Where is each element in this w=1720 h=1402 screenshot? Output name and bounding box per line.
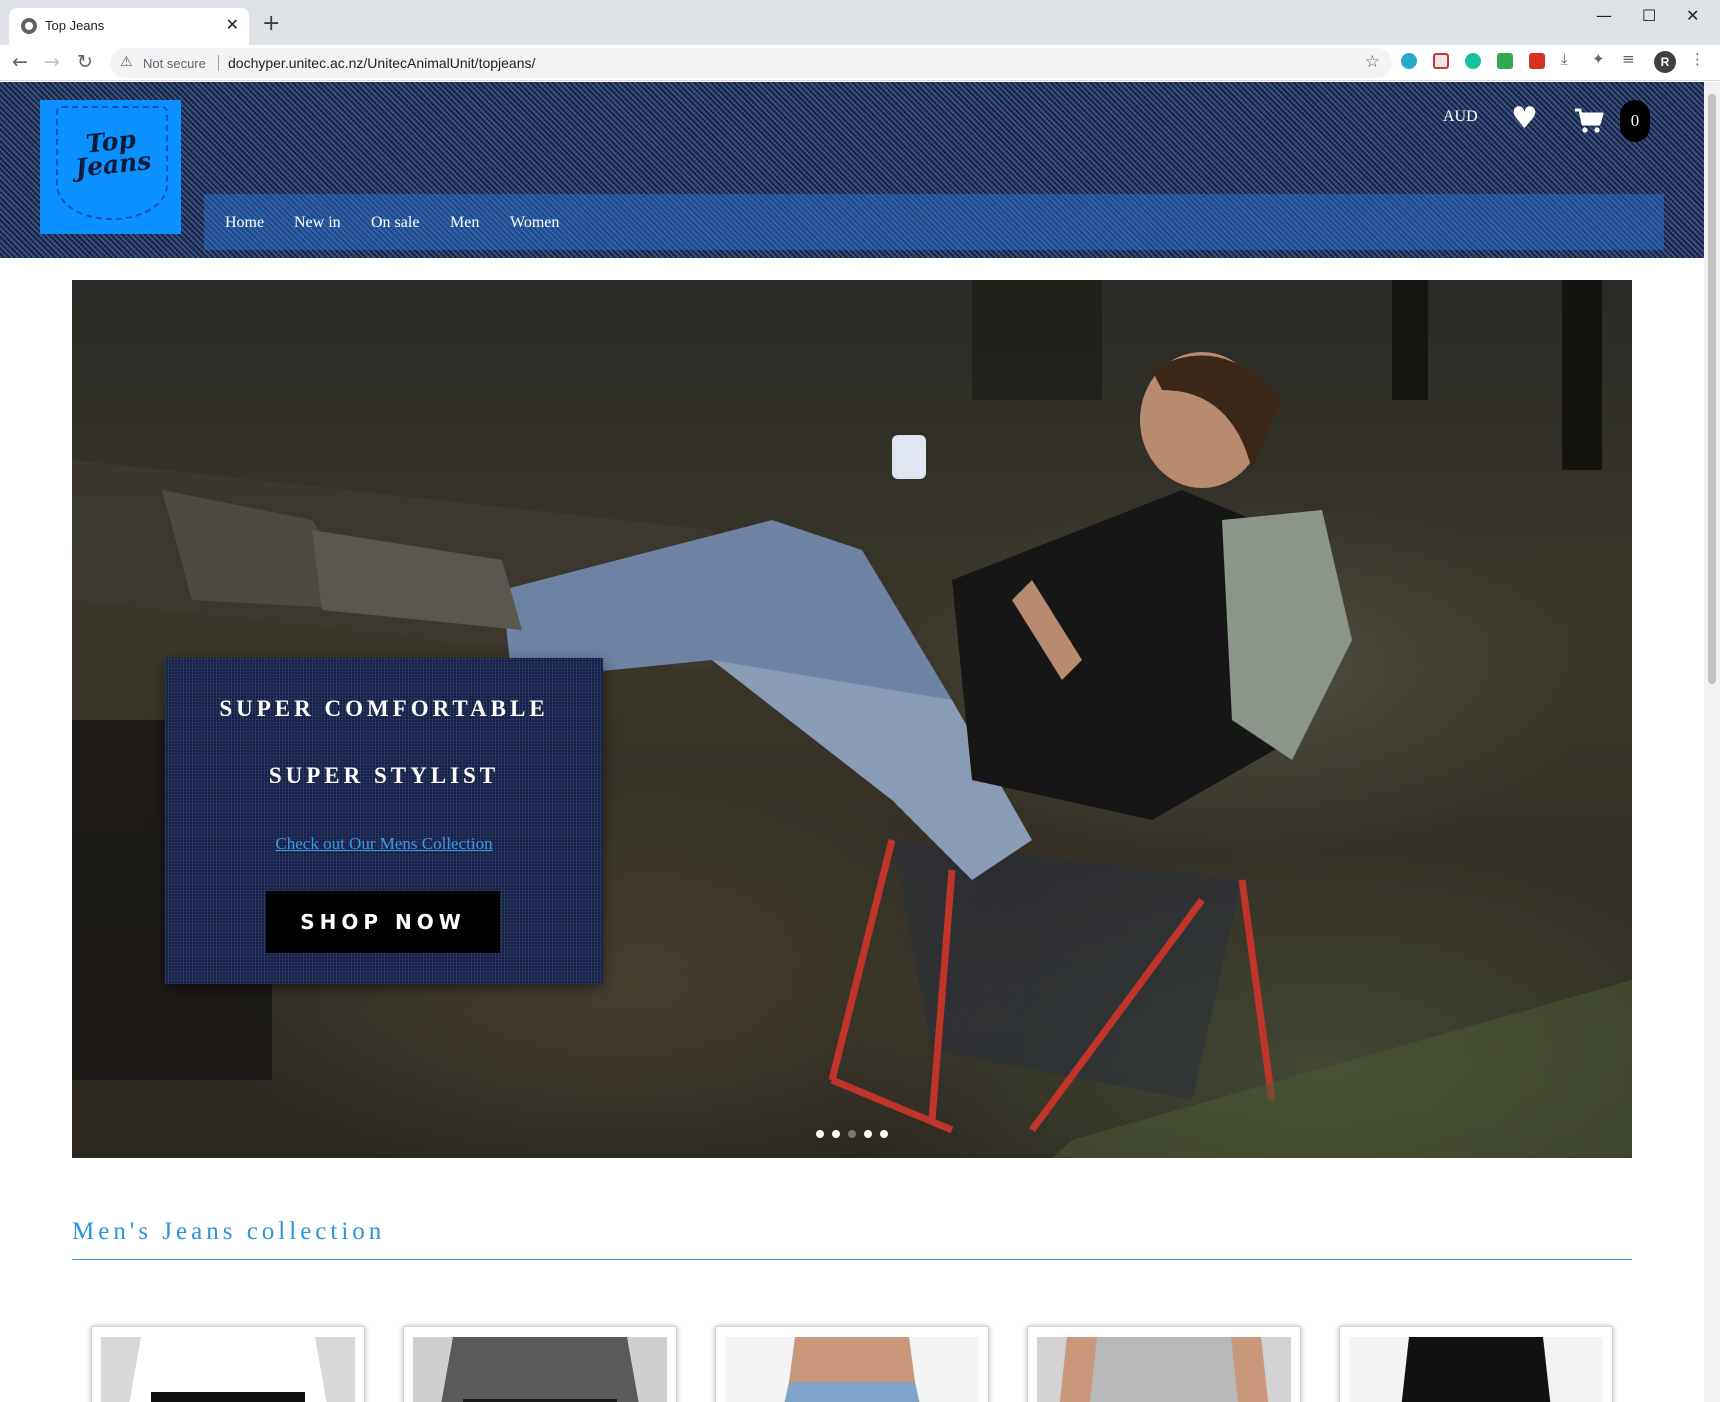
media-icon[interactable]: ≡	[1622, 50, 1635, 68]
product-card[interactable]	[1339, 1326, 1613, 1402]
close-tab-icon[interactable]: ✕	[226, 15, 239, 35]
forward-icon[interactable]: →	[44, 51, 60, 73]
download-icon[interactable]: ⤓	[1561, 50, 1568, 68]
warning-icon[interactable]: ⚠	[120, 54, 133, 70]
main-nav: Home New in On sale Men Women	[204, 194, 1664, 250]
cart-icon[interactable]	[1574, 108, 1604, 134]
site-logo[interactable]: Top Jeans	[40, 100, 181, 234]
scrollbar-thumb[interactable]	[1708, 94, 1716, 684]
security-label[interactable]: Not secure	[143, 56, 206, 71]
product-card[interactable]	[715, 1326, 989, 1402]
product-image[interactable]	[725, 1337, 979, 1402]
page-scrollbar[interactable]	[1704, 82, 1720, 1402]
section-title: Men's Jeans collection	[72, 1218, 386, 1245]
section-divider	[72, 1259, 1632, 1260]
product-card[interactable]	[1027, 1326, 1301, 1402]
reload-icon[interactable]: ↻	[77, 51, 93, 73]
close-window-icon[interactable]: ✕	[1686, 6, 1699, 25]
currency-selector[interactable]: AUD	[1443, 108, 1478, 126]
extension-icon[interactable]	[1497, 53, 1513, 69]
hero-carousel[interactable]: SUPER COMFORTABLE SUPER STYLIST Check ou…	[72, 280, 1632, 1158]
carousel-dot-active[interactable]	[848, 1130, 856, 1138]
product-image[interactable]	[1349, 1337, 1603, 1402]
grammarly-icon[interactable]	[1465, 53, 1481, 69]
promo-subheadline: SUPER STYLIST	[268, 763, 500, 788]
globe-icon	[21, 18, 37, 34]
shop-now-button[interactable]: SHOP NOW	[266, 891, 500, 953]
site-header: Top Jeans Home New in On sale Men Women …	[0, 82, 1704, 258]
page-viewport: Top Jeans Home New in On sale Men Women …	[0, 82, 1704, 1402]
browser-titlebar: Top Jeans ✕ + — ☐ ✕	[0, 0, 1720, 45]
minimize-icon[interactable]: —	[1596, 6, 1612, 25]
wishlist-heart-icon[interactable]: ♥	[1511, 102, 1538, 136]
browser-toolbar: ← → ↻ ⚠ Not secure dochyper.unitec.ac.nz…	[0, 45, 1720, 81]
address-bar[interactable]: ⚠ Not secure dochyper.unitec.ac.nz/Unite…	[110, 48, 1392, 78]
divider	[218, 55, 219, 71]
extension-icon[interactable]	[1401, 53, 1417, 69]
mens-collection-link[interactable]: Check out Our Mens Collection	[165, 834, 603, 854]
menu-icon[interactable]: ⋮	[1690, 50, 1705, 68]
product-image[interactable]	[1037, 1337, 1291, 1402]
product-image[interactable]	[101, 1337, 355, 1402]
carousel-dot[interactable]	[864, 1130, 872, 1138]
product-card[interactable]	[91, 1326, 365, 1402]
puzzle-icon[interactable]: ✦	[1592, 50, 1605, 68]
promo-headline: SUPER COMFORTABLE	[219, 696, 549, 721]
url-text[interactable]: dochyper.unitec.ac.nz/UnitecAnimalUnit/t…	[228, 55, 535, 71]
carousel-dot[interactable]	[832, 1130, 840, 1138]
pocket-extension-icon[interactable]	[1433, 53, 1449, 69]
browser-tab[interactable]: Top Jeans ✕	[9, 8, 249, 45]
carousel-dot[interactable]	[880, 1130, 888, 1138]
tab-title: Top Jeans	[45, 18, 105, 33]
product-card[interactable]	[403, 1326, 677, 1402]
maximize-icon[interactable]: ☐	[1642, 6, 1656, 25]
logo-text: Top Jeans	[73, 124, 153, 183]
nav-home[interactable]: Home	[225, 214, 264, 232]
promo-box: SUPER COMFORTABLE SUPER STYLIST Check ou…	[165, 658, 603, 984]
back-icon[interactable]: ←	[12, 51, 28, 73]
product-image[interactable]	[413, 1337, 667, 1402]
carousel-dot[interactable]	[816, 1130, 824, 1138]
pdf-extension-icon[interactable]	[1529, 53, 1545, 69]
nav-women[interactable]: Women	[510, 214, 559, 232]
nav-on-sale[interactable]: On sale	[371, 214, 419, 232]
nav-new-in[interactable]: New in	[294, 214, 341, 232]
star-icon[interactable]: ☆	[1365, 52, 1380, 72]
profile-avatar[interactable]: R	[1654, 51, 1676, 73]
nav-men[interactable]: Men	[450, 214, 479, 232]
cart-count-badge[interactable]: 0	[1620, 100, 1650, 142]
new-tab-button[interactable]: +	[262, 13, 280, 35]
